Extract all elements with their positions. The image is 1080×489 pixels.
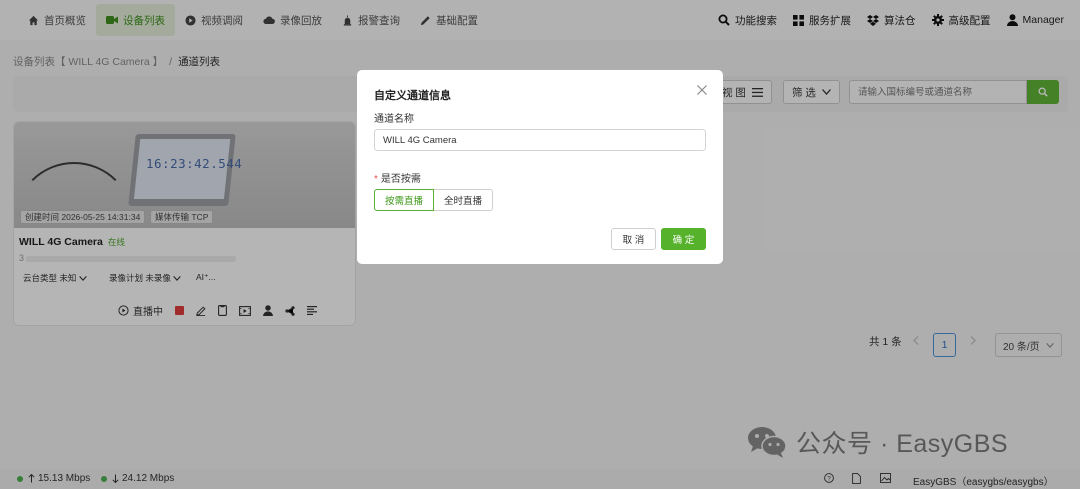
required-mark: * [374,174,378,185]
on-demand-toggle: 按需直播 全时直播 [374,189,494,211]
close-icon[interactable] [696,84,708,96]
always-live-option[interactable]: 全时直播 [434,189,494,211]
dialog-title: 自定义通道信息 [374,90,451,102]
on-demand-label-text: 是否按需 [380,174,421,185]
confirm-button[interactable]: 确 定 [661,228,706,250]
custom-channel-dialog: 自定义通道信息 通道名称 *是否按需 按需直播 全时直播 取 消 确 定 [357,70,723,264]
channel-name-label: 通道名称 [374,114,414,125]
cancel-button[interactable]: 取 消 [611,228,656,250]
on-demand-live-option[interactable]: 按需直播 [374,189,435,211]
channel-name-input[interactable] [374,129,706,151]
on-demand-label: * 是否按需 [374,170,421,185]
